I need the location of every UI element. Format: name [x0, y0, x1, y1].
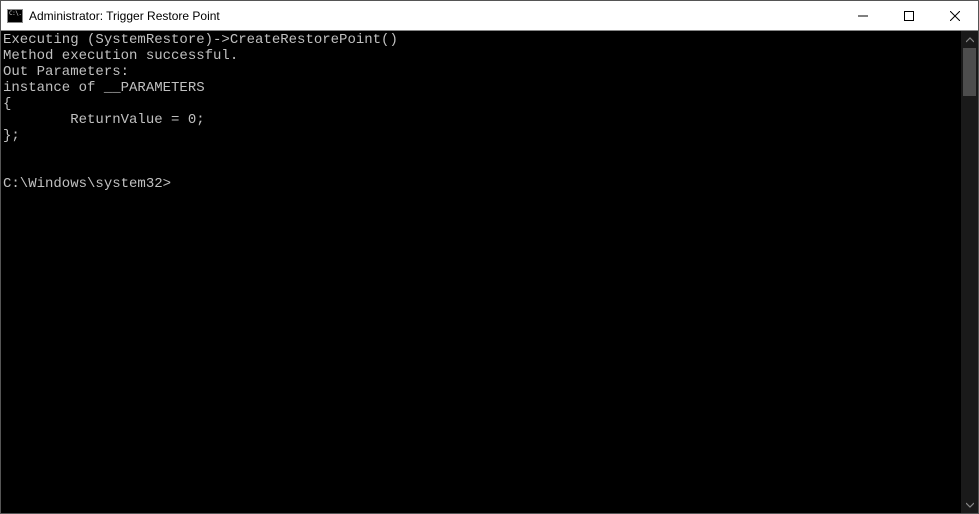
chevron-up-icon	[966, 36, 974, 44]
minimize-icon	[858, 11, 868, 21]
scroll-up-arrow[interactable]	[961, 31, 978, 48]
scroll-down-arrow[interactable]	[961, 496, 978, 513]
prompt: C:\Windows\system32>	[3, 176, 171, 192]
maximize-button[interactable]	[886, 1, 932, 30]
console-output[interactable]: Executing (SystemRestore)->CreateRestore…	[1, 31, 961, 513]
minimize-button[interactable]	[840, 1, 886, 30]
console-wrapper: Executing (SystemRestore)->CreateRestore…	[1, 31, 978, 513]
cmd-icon: C:\.	[7, 9, 23, 23]
vertical-scrollbar[interactable]	[961, 31, 978, 513]
close-icon	[950, 11, 960, 21]
window-title: Administrator: Trigger Restore Point	[29, 9, 220, 23]
maximize-icon	[904, 11, 914, 21]
scroll-thumb[interactable]	[963, 48, 976, 96]
console-text: Executing (SystemRestore)->CreateRestore…	[3, 32, 398, 144]
scroll-track[interactable]	[961, 48, 978, 496]
cmd-icon-text: C:\.	[9, 11, 21, 17]
titlebar-left: C:\. Administrator: Trigger Restore Poin…	[1, 9, 220, 23]
close-button[interactable]	[932, 1, 978, 30]
window-controls	[840, 1, 978, 30]
cursor	[171, 176, 179, 191]
chevron-down-icon	[966, 501, 974, 509]
titlebar[interactable]: C:\. Administrator: Trigger Restore Poin…	[1, 1, 978, 31]
